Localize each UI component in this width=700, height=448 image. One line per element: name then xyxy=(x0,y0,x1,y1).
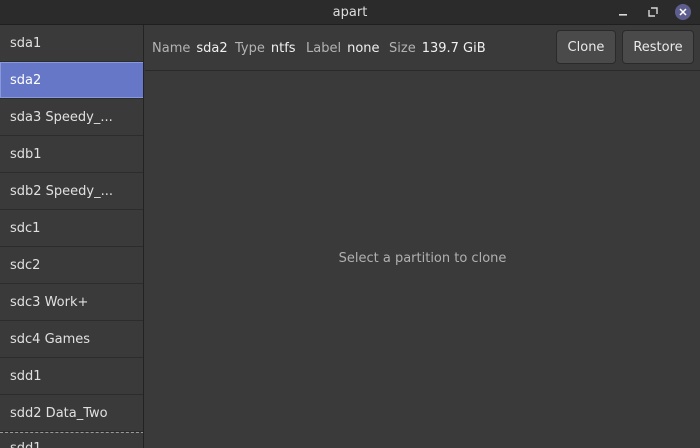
info-name: Name sda2 xyxy=(152,41,228,56)
info-label-key: Label xyxy=(306,41,342,56)
clone-button[interactable]: Clone xyxy=(556,30,616,64)
partition-item[interactable]: sdb1 xyxy=(0,136,143,173)
partition-label: sdb2 Speedy_... xyxy=(10,183,114,199)
partition-label: sdd1 xyxy=(10,368,42,384)
window-title: apart xyxy=(332,5,368,20)
partition-label: sdd2 Data_Two xyxy=(10,405,108,421)
minimize-icon[interactable] xyxy=(614,3,632,21)
partition-item[interactable]: sdd1 xyxy=(0,358,143,395)
info-type: Type ntfs xyxy=(235,41,296,56)
partition-item[interactable]: sdc4 Games xyxy=(0,321,143,358)
partition-item[interactable]: sdd1 xyxy=(0,432,143,448)
title-bar[interactable]: apart xyxy=(0,0,700,25)
partition-label: sdb1 xyxy=(10,146,42,162)
info-name-key: Name xyxy=(152,41,191,56)
partition-label: sdc4 Games xyxy=(10,331,91,347)
empty-state-message: Select a partition to clone xyxy=(338,251,507,266)
partition-item[interactable]: sdb2 Speedy_... xyxy=(0,173,143,210)
info-size: Size 139.7 GiB xyxy=(389,41,486,56)
main-panel: Name sda2 Type ntfs Label none Size 139.… xyxy=(145,25,700,448)
app-window: apart sda1 sda2 sda3 Speedy_... sdb1 sdb… xyxy=(0,0,700,448)
partition-item[interactable]: sdd2 Data_Two xyxy=(0,395,143,432)
info-label: Label none xyxy=(306,41,380,56)
partition-label: sdc1 xyxy=(10,220,41,236)
partition-item[interactable]: sda3 Speedy_... xyxy=(0,99,143,136)
partition-info-bar: Name sda2 Type ntfs Label none Size 139.… xyxy=(145,25,700,71)
info-size-value: 139.7 GiB xyxy=(421,41,486,56)
partition-list[interactable]: sda1 sda2 sda3 Speedy_... sdb1 sdb2 Spee… xyxy=(0,25,144,448)
partition-item[interactable]: sda1 xyxy=(0,25,143,62)
partition-label: sda1 xyxy=(10,35,42,51)
partition-item-selected[interactable]: sda2 xyxy=(0,62,143,99)
partition-label: sda2 xyxy=(10,72,42,88)
partition-item[interactable]: sdc3 Work+ xyxy=(0,284,143,321)
info-size-key: Size xyxy=(389,41,416,56)
partition-item[interactable]: sdc1 xyxy=(0,210,143,247)
partition-item[interactable]: sdc2 xyxy=(0,247,143,284)
info-type-value: ntfs xyxy=(270,41,296,56)
maximize-icon[interactable] xyxy=(644,3,662,21)
partition-label: sdc3 Work+ xyxy=(10,294,89,310)
close-icon[interactable] xyxy=(674,3,692,21)
restore-button[interactable]: Restore xyxy=(622,30,694,64)
info-name-value: sda2 xyxy=(196,41,228,56)
partition-label: sdc2 xyxy=(10,257,41,273)
info-label-value: none xyxy=(347,41,380,56)
partition-label: sdd1 xyxy=(10,441,42,448)
partition-label: sda3 Speedy_... xyxy=(10,109,113,125)
info-type-key: Type xyxy=(235,41,265,56)
